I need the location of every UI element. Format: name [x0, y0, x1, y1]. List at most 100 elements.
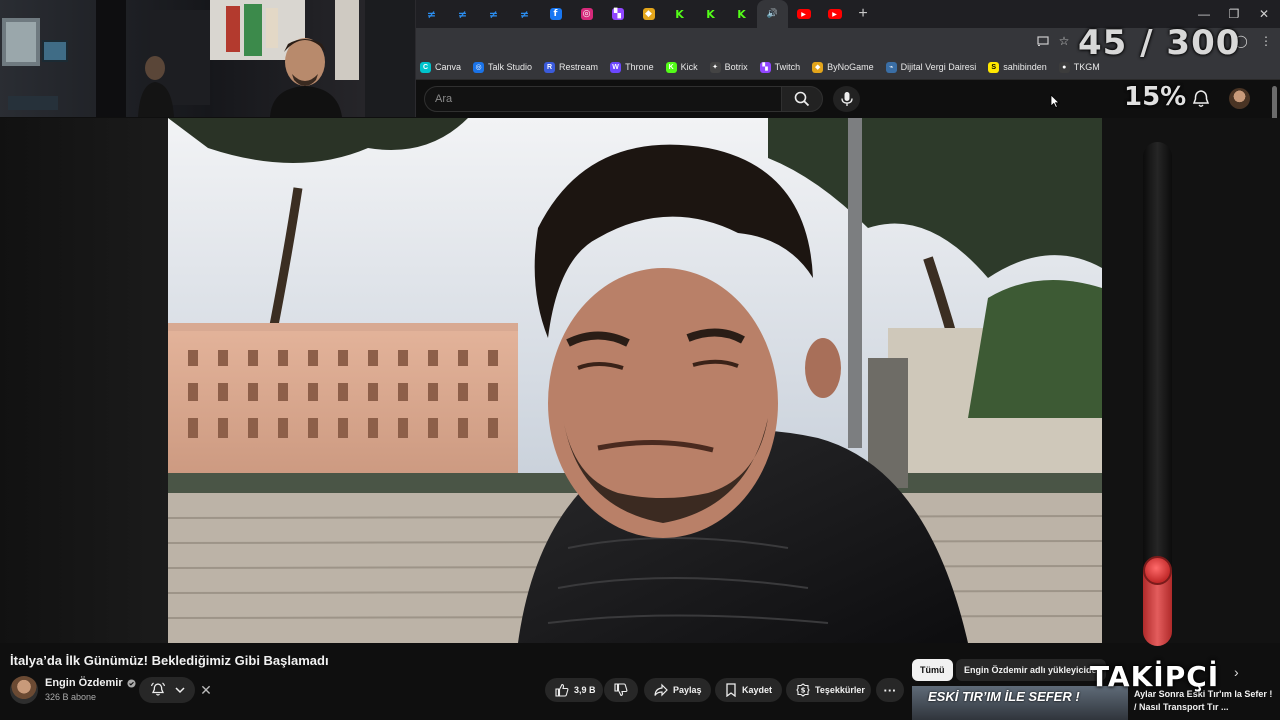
chevron-right-icon[interactable]: ›: [1234, 664, 1239, 680]
channel-avatar[interactable]: [10, 676, 38, 704]
search-input[interactable]: Ara: [424, 86, 782, 112]
bookmark-item[interactable]: ▚ Twitch: [754, 61, 807, 73]
save-label: Kaydet: [742, 685, 773, 695]
bookmark-item[interactable]: W Throne: [604, 61, 660, 73]
close-icon[interactable]: ✕: [198, 681, 214, 699]
botrix-icon: ✦: [709, 61, 721, 73]
bookmark-item[interactable]: ✦ Botrix: [704, 61, 754, 73]
browser-tab[interactable]: f: [540, 0, 571, 28]
browser-tab[interactable]: ▶: [788, 0, 819, 28]
streamdeck-icon: ≠: [488, 7, 499, 21]
bookmark-item[interactable]: ⌁ Dijital Vergi Dairesi: [880, 61, 983, 73]
restream-icon: R: [544, 61, 556, 73]
subscribed-notifications-button[interactable]: [139, 677, 195, 703]
browser-tab[interactable]: K: [695, 0, 726, 28]
share-label: Paylaş: [673, 685, 702, 695]
browser-tab[interactable]: K: [664, 0, 695, 28]
notifications-bell-icon[interactable]: [1190, 89, 1212, 109]
channel-name[interactable]: Engin Özdemir: [45, 677, 136, 689]
browser-tab[interactable]: ◎: [571, 0, 602, 28]
search-icon: [794, 91, 810, 107]
search-button[interactable]: [781, 86, 823, 112]
instagram-icon: ◎: [580, 8, 593, 20]
canva-icon: C: [420, 61, 431, 73]
bookmark-item[interactable]: R Restream: [538, 61, 604, 73]
chevron-down-icon: [174, 687, 185, 694]
share-button[interactable]: Paylaş: [644, 678, 711, 702]
chip-all[interactable]: Tümü: [912, 659, 953, 681]
follower-goal-percent: 15%: [1124, 82, 1187, 112]
bookmark-label: sahibinden: [1003, 62, 1047, 72]
browser-tab[interactable]: K: [726, 0, 757, 28]
kick-icon: K: [737, 7, 746, 21]
bookmark-icon: [726, 683, 736, 697]
thanks-button[interactable]: $ Teşekkürler: [786, 678, 871, 702]
follower-goal-counter: 45 / 300: [1078, 23, 1241, 63]
more-actions-button[interactable]: ···: [876, 678, 904, 702]
thanks-label: Teşekkürler: [815, 685, 865, 695]
bookmark-label: Dijital Vergi Dairesi: [900, 62, 977, 72]
chip-all-label: Tümü: [920, 665, 945, 675]
tab-list: ≠ ≠ ≠ ≠ f ◎ ▚ ◆ K K K 🔊 ▶ ▶ +: [416, 0, 876, 28]
audio-tab-icon: 🔊: [766, 9, 779, 19]
cast-icon[interactable]: [1035, 33, 1051, 49]
video-player[interactable]: [168, 118, 1102, 643]
browser-tab[interactable]: ▚: [602, 0, 633, 28]
browser-tab[interactable]: ≠: [416, 0, 447, 28]
bookmark-item[interactable]: Ssahibinden: [982, 61, 1053, 73]
chip-from-uploader[interactable]: Engin Özdemir adlı yükleyiciden: [956, 659, 1106, 681]
bookmark-label: Botrix: [724, 62, 748, 72]
dislike-button[interactable]: [604, 678, 638, 702]
bookmark-star-icon[interactable]: ☆: [1056, 33, 1072, 49]
browser-tab[interactable]: ≠: [447, 0, 478, 28]
like-button[interactable]: 3,9 B: [545, 678, 603, 702]
facebook-icon: f: [549, 8, 562, 20]
search-placeholder: Ara: [435, 93, 453, 105]
save-button[interactable]: Kaydet: [715, 678, 782, 702]
bookmark-item[interactable]: C Canva: [414, 61, 467, 73]
svg-text:$: $: [801, 687, 806, 695]
new-tab-plus-icon[interactable]: +: [850, 0, 876, 28]
thumbnail-caption: ESKİ TIR’IM İLE SEFER !: [928, 689, 1080, 704]
bookmark-label: Talk Studio: [488, 62, 533, 72]
sahibinden-icon: S: [988, 61, 1000, 73]
subscriber-count: 326 B abone: [45, 692, 97, 702]
verified-icon: [127, 678, 136, 688]
streamdeck-icon: ≠: [457, 7, 468, 21]
account-avatar[interactable]: [1229, 88, 1250, 109]
like-count: 3,9 B: [574, 685, 596, 695]
microphone-icon: [840, 92, 853, 106]
thumbs-down-icon: [614, 683, 628, 697]
bookmark-item[interactable]: K Kick: [660, 61, 704, 73]
youtube-icon: ▶: [827, 9, 842, 19]
bynogame-icon: ◆: [642, 8, 655, 20]
bookmark-label: Kick: [680, 62, 698, 72]
kick-icon: K: [706, 7, 715, 21]
youtube-icon: ▶: [796, 9, 811, 19]
close-window-icon[interactable]: ✕: [1246, 0, 1280, 28]
thumbs-up-icon: [555, 683, 569, 697]
mouse-cursor-icon: [1050, 94, 1060, 108]
streamdeck-icon: ≠: [426, 7, 437, 21]
browser-tab[interactable]: ≠: [509, 0, 540, 28]
bookmark-item[interactable]: ◆ ByNoGame: [806, 61, 880, 73]
channel-name-text: Engin Özdemir: [45, 677, 123, 689]
voice-search-button[interactable]: [833, 86, 860, 112]
webcam-overlay: [0, 0, 416, 117]
bookmark-label: Restream: [559, 62, 599, 72]
twitch-icon: ▚: [611, 8, 624, 20]
browser-tab[interactable]: ≠: [478, 0, 509, 28]
kick-icon: K: [675, 7, 684, 21]
theater-left-ambient: [0, 118, 168, 643]
bookmark-item[interactable]: ● TKGM: [1053, 61, 1106, 73]
more-horizontal-icon: ···: [883, 682, 897, 698]
browser-tab[interactable]: ▶: [819, 0, 850, 28]
browser-tab[interactable]: ◆: [633, 0, 664, 28]
browser-tab[interactable]: 🔊: [757, 0, 788, 28]
super-thanks-icon: $: [796, 683, 810, 697]
video-title: İtalya’da İlk Günümüz! Beklediğimiz Gibi…: [10, 653, 329, 668]
bookmark-label: TKGM: [1073, 62, 1100, 72]
browser-menu-icon[interactable]: ⋮: [1258, 33, 1274, 49]
throne-icon: W: [610, 61, 622, 73]
bookmark-item[interactable]: ◎ Talk Studio: [467, 61, 538, 73]
